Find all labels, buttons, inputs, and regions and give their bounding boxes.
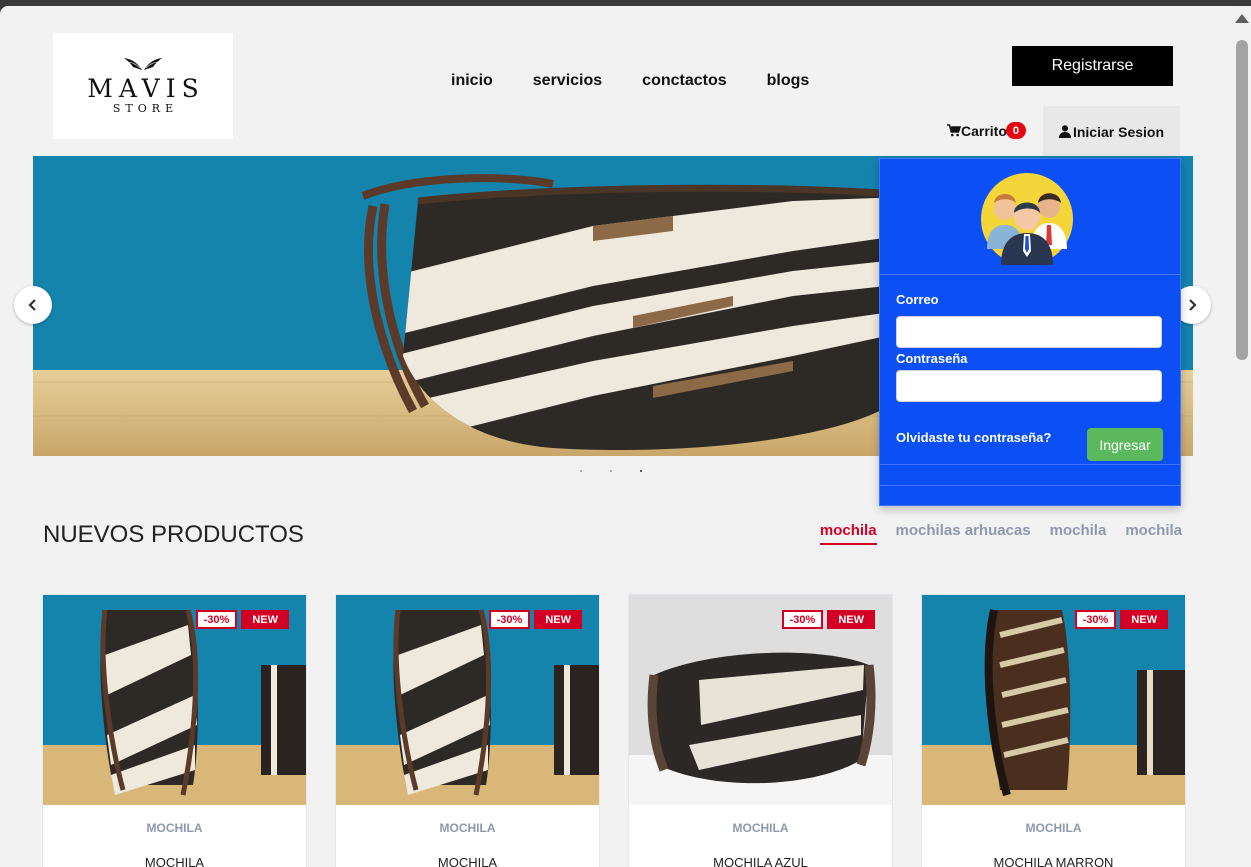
product-category: MOCHILA xyxy=(732,821,789,835)
cart-label: Carrito xyxy=(961,122,1007,139)
product-badges: -30% NEW xyxy=(1074,610,1168,629)
login-dropdown: Correo Contraseña Olvidaste tu contraseñ… xyxy=(879,158,1181,506)
brand-name: MAVIS xyxy=(87,74,205,103)
tab-mochila-2[interactable]: mochila xyxy=(1050,522,1107,545)
panel-divider xyxy=(880,485,1180,486)
cart-icon xyxy=(947,124,961,137)
product-category: MOCHILA xyxy=(146,821,203,835)
carousel-prev-button[interactable] xyxy=(14,286,52,324)
discount-badge: -30% xyxy=(488,610,531,629)
carousel-indicators xyxy=(580,470,642,472)
email-label: Correo xyxy=(896,292,939,307)
brand-subtitle: STORE xyxy=(112,102,179,115)
product-badges: -30% NEW xyxy=(195,610,289,629)
product-badges: -30% NEW xyxy=(488,610,582,629)
new-badge: NEW xyxy=(827,610,875,629)
new-badge: NEW xyxy=(534,610,582,629)
tab-mochilas-arhuacas[interactable]: mochilas arhuacas xyxy=(896,522,1031,545)
login-avatar-area xyxy=(880,159,1180,275)
product-image[interactable]: -30% NEW xyxy=(629,595,892,805)
tab-mochila-3[interactable]: mochila xyxy=(1125,522,1182,545)
panel-divider xyxy=(880,464,1180,465)
chevron-right-icon xyxy=(1189,299,1197,311)
register-button[interactable]: Registrarse xyxy=(1012,46,1173,86)
login-toggle[interactable]: Iniciar Sesion xyxy=(1043,106,1180,157)
product-card[interactable]: -30% NEW MOCHILA MOCHILA xyxy=(42,594,307,867)
nav-item-servicios[interactable]: servicios xyxy=(533,72,602,90)
scrollbar-thumb[interactable] xyxy=(1236,40,1248,360)
nav-item-inicio[interactable]: inicio xyxy=(451,72,493,90)
product-image[interactable]: -30% NEW xyxy=(922,595,1185,805)
new-badge: NEW xyxy=(1120,610,1168,629)
product-card[interactable]: -30% NEW MOCHILA MOCHILA xyxy=(335,594,600,867)
scroll-up-arrow-icon[interactable] xyxy=(1235,14,1249,23)
product-name[interactable]: MOCHILA MARRON xyxy=(922,855,1185,867)
section-title: NUEVOS PRODUCTOS xyxy=(43,521,304,548)
password-field[interactable] xyxy=(896,370,1162,402)
cart-link[interactable]: Carrito 0 xyxy=(947,122,1026,139)
product-category: MOCHILA xyxy=(439,821,496,835)
brand-logo[interactable]: MAVIS STORE xyxy=(53,33,233,139)
forgot-password-link[interactable]: Olvidaste tu contraseña? xyxy=(896,430,1051,445)
new-badge: NEW xyxy=(241,610,289,629)
category-tabs: mochila mochilas arhuacas mochila mochil… xyxy=(819,522,1182,545)
product-name[interactable]: MOCHILA xyxy=(336,855,599,867)
user-icon xyxy=(1058,125,1071,138)
carousel-dot[interactable] xyxy=(610,470,612,472)
carousel-dot-active[interactable] xyxy=(640,470,642,472)
carousel-dot[interactable] xyxy=(580,470,582,472)
password-label: Contraseña xyxy=(896,351,968,366)
product-badges: -30% NEW xyxy=(781,610,875,629)
product-card[interactable]: -30% NEW MOCHILA MOCHILA AZUL xyxy=(628,594,893,867)
discount-badge: -30% xyxy=(195,610,238,629)
discount-badge: -30% xyxy=(1074,610,1117,629)
page: MAVIS STORE inicio servicios conctactos … xyxy=(0,6,1231,867)
users-avatar-icon xyxy=(981,173,1073,265)
cart-count-badge: 0 xyxy=(1005,122,1026,139)
nav-item-blogs[interactable]: blogs xyxy=(767,72,810,90)
login-submit-button[interactable]: Ingresar xyxy=(1087,428,1163,461)
product-card[interactable]: -30% NEW MOCHILA MOCHILA MARRON xyxy=(921,594,1186,867)
product-name[interactable]: MOCHILA AZUL xyxy=(629,855,892,867)
chevron-left-icon xyxy=(28,299,36,311)
login-toggle-label: Iniciar Sesion xyxy=(1072,123,1165,140)
nav-item-conctactos[interactable]: conctactos xyxy=(642,72,726,90)
product-name[interactable]: MOCHILA xyxy=(43,855,306,867)
tab-mochila-1[interactable]: mochila xyxy=(819,522,877,545)
main-nav: inicio servicios conctactos blogs xyxy=(451,72,809,90)
discount-badge: -30% xyxy=(781,610,824,629)
wings-icon xyxy=(124,58,162,70)
product-category: MOCHILA xyxy=(1025,821,1082,835)
product-image[interactable]: -30% NEW xyxy=(43,595,306,805)
product-image[interactable]: -30% NEW xyxy=(336,595,599,805)
email-field[interactable] xyxy=(896,316,1162,348)
